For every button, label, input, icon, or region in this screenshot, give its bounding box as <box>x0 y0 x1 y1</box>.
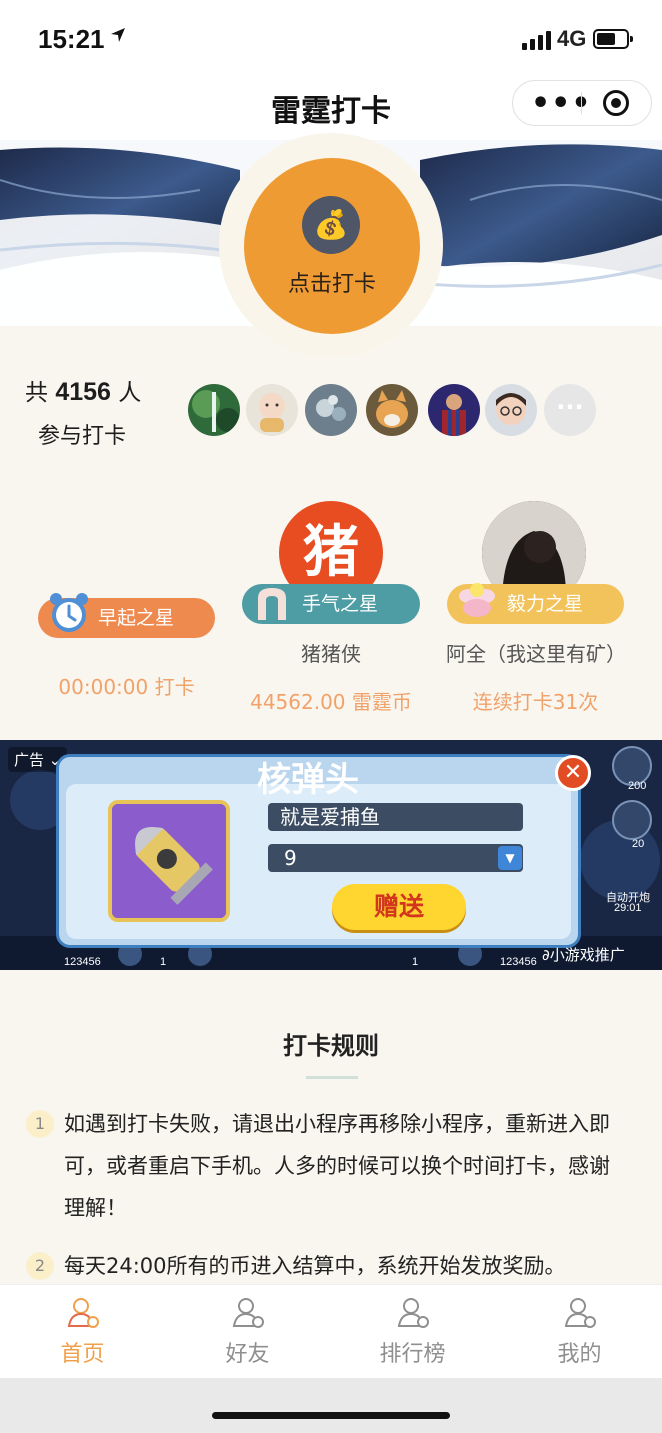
chevron-down-icon[interactable]: ▼ <box>498 846 522 870</box>
home-indicator-area <box>0 1378 662 1433</box>
close-icon[interactable]: ✕ <box>555 755 591 791</box>
alarm-clock-icon <box>48 590 90 638</box>
gift-button[interactable]: 赠送 <box>332 884 466 930</box>
star-name: 阿全（我这里有矿） <box>446 642 626 666</box>
rules-divider <box>306 1076 358 1079</box>
quantity-select[interactable]: 9 <box>268 844 523 872</box>
tab-me[interactable]: 我的 <box>497 1284 662 1378</box>
star-stat: 44562.00 雷霆币 <box>250 690 412 714</box>
status-time: 15:21 <box>38 24 105 54</box>
close-miniprogram-icon[interactable] <box>603 90 629 116</box>
battery-icon <box>593 29 633 49</box>
participant-count: 共 4156 人 <box>25 378 142 406</box>
badge-label: 毅力之星 <box>507 593 584 615</box>
more-avatars-button[interactable]: ··· <box>544 384 596 436</box>
rules-title: 打卡规则 <box>283 1032 379 1060</box>
star-name: 猪猪侠 <box>301 642 361 666</box>
rule-text: 如遇到打卡失败，请退出小程序再移除小程序，重新进入即可，或者重启下手机。人多的时… <box>64 1112 610 1220</box>
avatar[interactable] <box>485 384 537 436</box>
bee-icon <box>455 578 499 626</box>
participant-caption: 参与打卡 <box>38 424 127 449</box>
nuke-item-icon <box>108 800 230 922</box>
user-check-icon <box>66 1296 100 1334</box>
checkin-button-label[interactable]: 点击打卡 <box>244 266 420 298</box>
ad-source-label: ∂小游戏推广 <box>542 946 625 964</box>
rule-number: 1 <box>26 1110 54 1138</box>
tab-leaderboard[interactable]: 排行榜 <box>330 1284 495 1378</box>
star-stat: 连续打卡31次 <box>472 690 599 714</box>
user-icon <box>563 1296 597 1334</box>
avatar[interactable] <box>428 384 480 436</box>
tab-home[interactable]: 首页 <box>0 1284 165 1378</box>
money-bag-icon: 💰 <box>302 196 360 254</box>
location-arrow-icon <box>110 27 126 48</box>
participant-count-number: 4156 <box>55 378 111 406</box>
ad-dialog-title: 核弹头 <box>257 760 359 800</box>
star-stat: 00:00:00 打卡 <box>58 675 195 699</box>
avatar[interactable] <box>366 384 418 436</box>
badge-label: 早起之星 <box>98 607 175 629</box>
rule-text: 每天24:00所有的币进入结算中，系统开始发放奖励。 <box>64 1254 566 1278</box>
avatar[interactable] <box>246 384 298 436</box>
more-menu-icon[interactable]: ••• <box>531 86 592 121</box>
powerup-icon <box>612 800 652 840</box>
horseshoe-icon <box>252 584 292 628</box>
signal-icon <box>522 30 552 50</box>
avatar[interactable] <box>188 384 240 436</box>
home-indicator[interactable] <box>212 1412 450 1419</box>
user-icon <box>231 1296 265 1334</box>
rule-number: 2 <box>26 1252 54 1280</box>
tab-friends[interactable]: 好友 <box>165 1284 330 1378</box>
network-type: 4G <box>557 26 587 51</box>
avatar[interactable] <box>305 384 357 436</box>
capsule-divider <box>581 92 582 114</box>
badge-label: 手气之星 <box>302 593 379 615</box>
recipient-input[interactable]: 就是爱捕鱼 <box>268 803 523 831</box>
user-icon <box>396 1296 430 1334</box>
